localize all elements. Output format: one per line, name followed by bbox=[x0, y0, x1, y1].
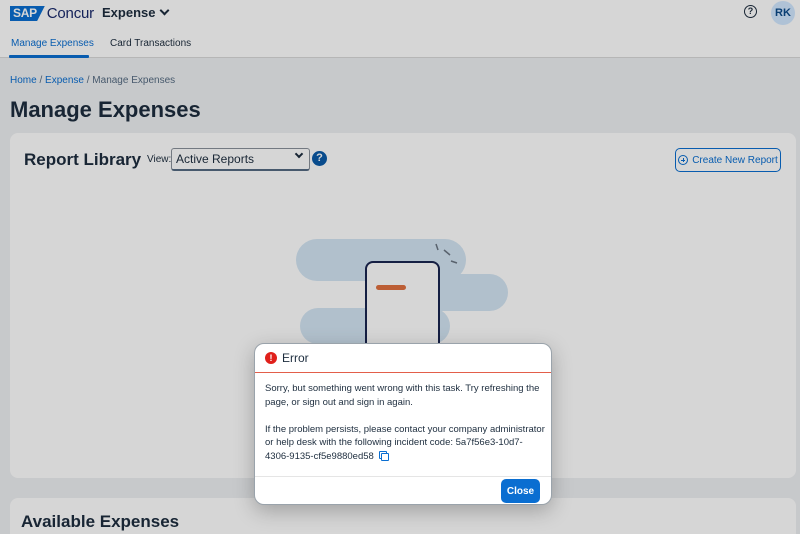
close-button[interactable]: Close bbox=[501, 479, 540, 503]
error-dialog: ! Error Sorry, but something went wrong … bbox=[254, 343, 552, 505]
copy-icon[interactable] bbox=[378, 450, 390, 461]
incident-text: If the problem persists, please contact … bbox=[265, 423, 545, 462]
error-dialog-title: Error bbox=[282, 351, 309, 365]
error-dialog-header: ! Error bbox=[255, 344, 551, 373]
error-icon: ! bbox=[265, 352, 277, 364]
incident-message: If the problem persists, please contact … bbox=[265, 423, 547, 464]
error-message: Sorry, but something went wrong with thi… bbox=[265, 383, 540, 408]
error-dialog-footer: Close bbox=[255, 476, 551, 504]
error-dialog-body: Sorry, but something went wrong with thi… bbox=[265, 382, 547, 463]
